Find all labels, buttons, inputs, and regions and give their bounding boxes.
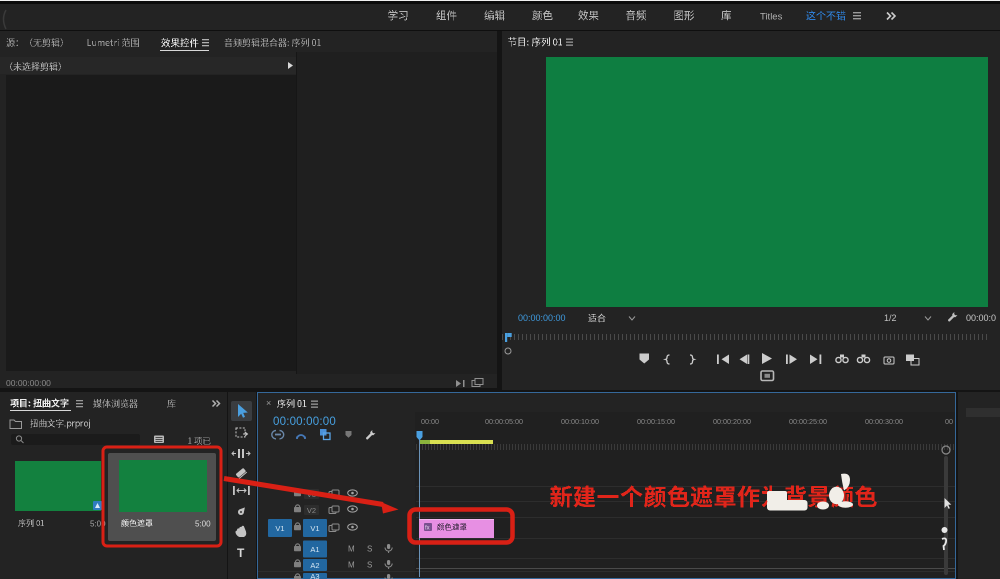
svg-text:00:00:10:00: 00:00:10:00	[561, 417, 599, 426]
svg-text:A3: A3	[310, 572, 319, 579]
svg-text:00:00:00:00: 00:00:00:00	[273, 416, 336, 428]
svg-text:00:00:25:00: 00:00:25:00	[789, 417, 827, 426]
svg-text:00:00:30:00: 00:00:30:00	[865, 417, 903, 426]
svg-text:S: S	[367, 561, 372, 570]
svg-text:V1: V1	[310, 524, 319, 533]
svg-text:Titles: Titles	[760, 12, 783, 23]
svg-text:00:00:15:00: 00:00:15:00	[637, 417, 675, 426]
svg-text:fx: fx	[425, 526, 430, 532]
svg-text:V2: V2	[307, 506, 316, 515]
svg-text:5:00: 5:00	[195, 520, 211, 529]
svg-text:00: 00	[945, 417, 953, 426]
svg-text:1/2: 1/2	[884, 313, 897, 323]
svg-text:×: ×	[266, 398, 271, 408]
svg-text:A1: A1	[310, 545, 319, 554]
svg-text:00:00:20:00: 00:00:20:00	[713, 417, 751, 426]
svg-text:A2: A2	[310, 561, 319, 570]
svg-text:M: M	[348, 561, 355, 570]
svg-text:00:00: 00:00	[421, 417, 439, 426]
svg-text:00:00:05:00: 00:00:05:00	[485, 417, 523, 426]
svg-text:00:00:00:00: 00:00:00:00	[6, 378, 51, 388]
svg-text:00:00:00:00: 00:00:00:00	[518, 313, 566, 323]
svg-text:S: S	[367, 545, 372, 554]
svg-text:M: M	[348, 545, 355, 554]
svg-text:T: T	[237, 546, 245, 560]
svg-text:00:00:0: 00:00:0	[966, 313, 996, 323]
svg-text:V1: V1	[275, 524, 284, 533]
